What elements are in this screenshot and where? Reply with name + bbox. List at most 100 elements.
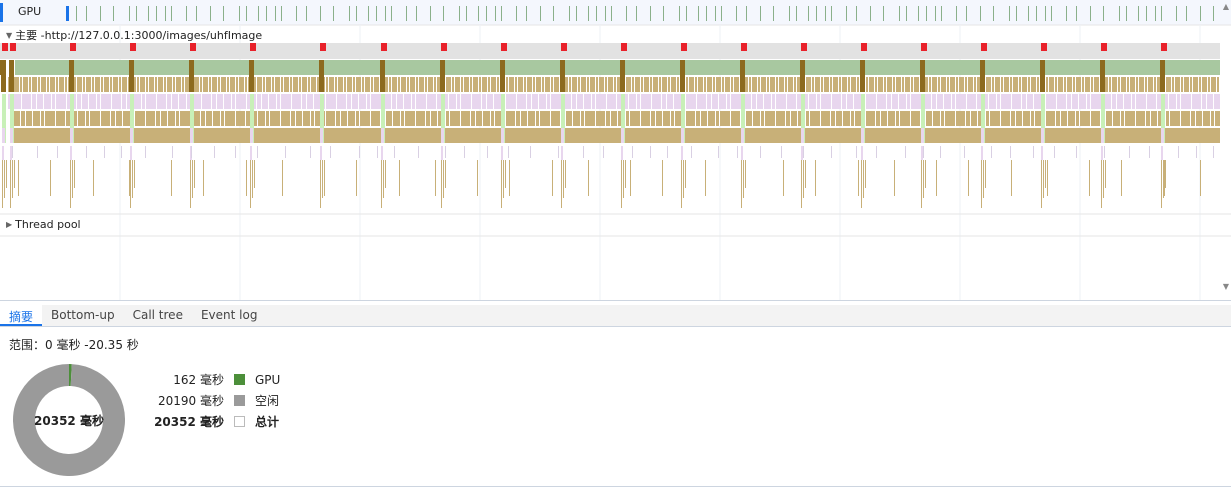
flame-gap xyxy=(756,94,757,109)
flame-gap xyxy=(1030,111,1031,126)
flame-gap xyxy=(685,77,686,92)
layout-block xyxy=(70,128,73,143)
flame-gap xyxy=(126,94,127,109)
stack-line xyxy=(563,160,564,198)
gpu-event xyxy=(906,6,907,21)
gpu-event xyxy=(100,6,101,21)
flame-gap xyxy=(257,111,258,126)
flame-gap xyxy=(676,77,677,92)
flame-gap xyxy=(290,111,291,126)
flame-gap xyxy=(546,94,547,109)
scroll-down-icon[interactable]: ▼ xyxy=(1223,282,1229,291)
flame-detail xyxy=(509,160,510,196)
stack-line xyxy=(805,160,806,188)
flame-detail xyxy=(815,160,816,196)
long-task-marker xyxy=(621,43,627,51)
gpu-event xyxy=(320,6,321,21)
flame-gap xyxy=(1147,77,1148,92)
flame-gap xyxy=(820,94,821,109)
flame-gap xyxy=(65,111,66,126)
gpu-event xyxy=(636,6,637,21)
flame-gap xyxy=(874,77,875,92)
gpu-event xyxy=(846,6,847,21)
track-gpu[interactable]: GPU xyxy=(18,5,41,18)
tab-event-log[interactable]: Event log xyxy=(192,305,266,326)
tab-bottom-up[interactable]: Bottom-up xyxy=(42,305,124,326)
track-main[interactable]: ▼ 主要 -http://127.0.0.1:3000/images/uhfIm… xyxy=(6,27,262,43)
flame-gap xyxy=(651,94,652,109)
flame-gap xyxy=(931,77,932,92)
flame-gap xyxy=(775,94,776,109)
flame-detail xyxy=(923,146,924,158)
expand-triangle-icon[interactable]: ▼ xyxy=(6,31,12,40)
flame-gap xyxy=(673,94,674,109)
flame-detail xyxy=(93,160,94,196)
long-task-marker xyxy=(861,43,867,51)
flame-detail xyxy=(1200,160,1201,196)
gpu-event xyxy=(1146,6,1147,21)
flame-detail xyxy=(588,160,589,196)
flame-detail xyxy=(1129,146,1130,158)
flame-gap xyxy=(913,77,914,92)
flame-gap xyxy=(951,94,952,109)
flame-gap xyxy=(1190,111,1191,126)
stack-line xyxy=(565,160,566,188)
flame-gap xyxy=(706,94,707,109)
flame-gap xyxy=(1111,77,1112,92)
flame-gap xyxy=(721,77,722,92)
tab-call-tree[interactable]: Call tree xyxy=(124,305,192,326)
flame-gap xyxy=(424,77,425,92)
gpu-event xyxy=(686,6,687,21)
stack-line xyxy=(743,160,744,198)
gpu-event xyxy=(223,6,224,21)
flame-gap xyxy=(208,77,209,92)
flame-chart[interactable]: GPU ▼ 主要 -http://127.0.0.1:3000/images/u… xyxy=(0,0,1231,301)
flame-gap xyxy=(571,77,572,92)
tab-summary[interactable]: 摘要 xyxy=(0,305,43,326)
flame-gap xyxy=(100,77,101,92)
flame-gap xyxy=(1084,77,1085,92)
flame-gap xyxy=(1124,111,1125,126)
flame-gap xyxy=(291,94,292,109)
layout-block xyxy=(1161,128,1164,143)
flame-gap xyxy=(487,77,488,92)
flame-gap xyxy=(865,111,866,126)
flame-gap xyxy=(55,77,56,92)
flame-gap xyxy=(1111,94,1112,109)
flame-detail xyxy=(831,146,832,158)
flame-gap xyxy=(1169,111,1170,126)
flame-gap xyxy=(715,77,716,92)
stack-line xyxy=(385,160,386,188)
flame-gap xyxy=(436,94,437,109)
stack-line xyxy=(623,160,624,198)
flame-gap xyxy=(51,94,52,109)
flame-gap xyxy=(1176,94,1177,109)
flame-gap xyxy=(1000,94,1001,109)
flame-gap xyxy=(160,111,161,126)
legend-swatch-gpu xyxy=(234,374,245,385)
flame-gap xyxy=(568,77,569,92)
flame-gap xyxy=(865,77,866,92)
flame-detail xyxy=(530,146,531,158)
gpu-event xyxy=(165,6,166,21)
gpu-event xyxy=(196,6,197,21)
flame-gap xyxy=(340,111,341,126)
gpu-event xyxy=(596,6,597,21)
flame-gap xyxy=(184,77,185,92)
flame-gap xyxy=(179,111,180,126)
gpu-event xyxy=(966,6,967,21)
gpu-event xyxy=(746,6,747,21)
collapse-triangle-icon[interactable]: ▶ xyxy=(6,220,12,229)
flame-gap xyxy=(820,111,821,126)
flame-detail xyxy=(552,160,553,196)
scroll-up-icon[interactable]: ▲ xyxy=(1223,2,1229,11)
long-task-marker xyxy=(250,43,256,51)
track-thread-pool[interactable]: ▶ Thread pool xyxy=(6,218,81,231)
flame-gap xyxy=(36,94,37,109)
layout-block xyxy=(190,128,193,143)
flame-gap xyxy=(216,94,217,109)
gpu-event xyxy=(526,6,527,21)
flame-detail xyxy=(377,146,378,158)
flame-detail xyxy=(129,160,130,196)
flame-gap xyxy=(505,111,506,126)
